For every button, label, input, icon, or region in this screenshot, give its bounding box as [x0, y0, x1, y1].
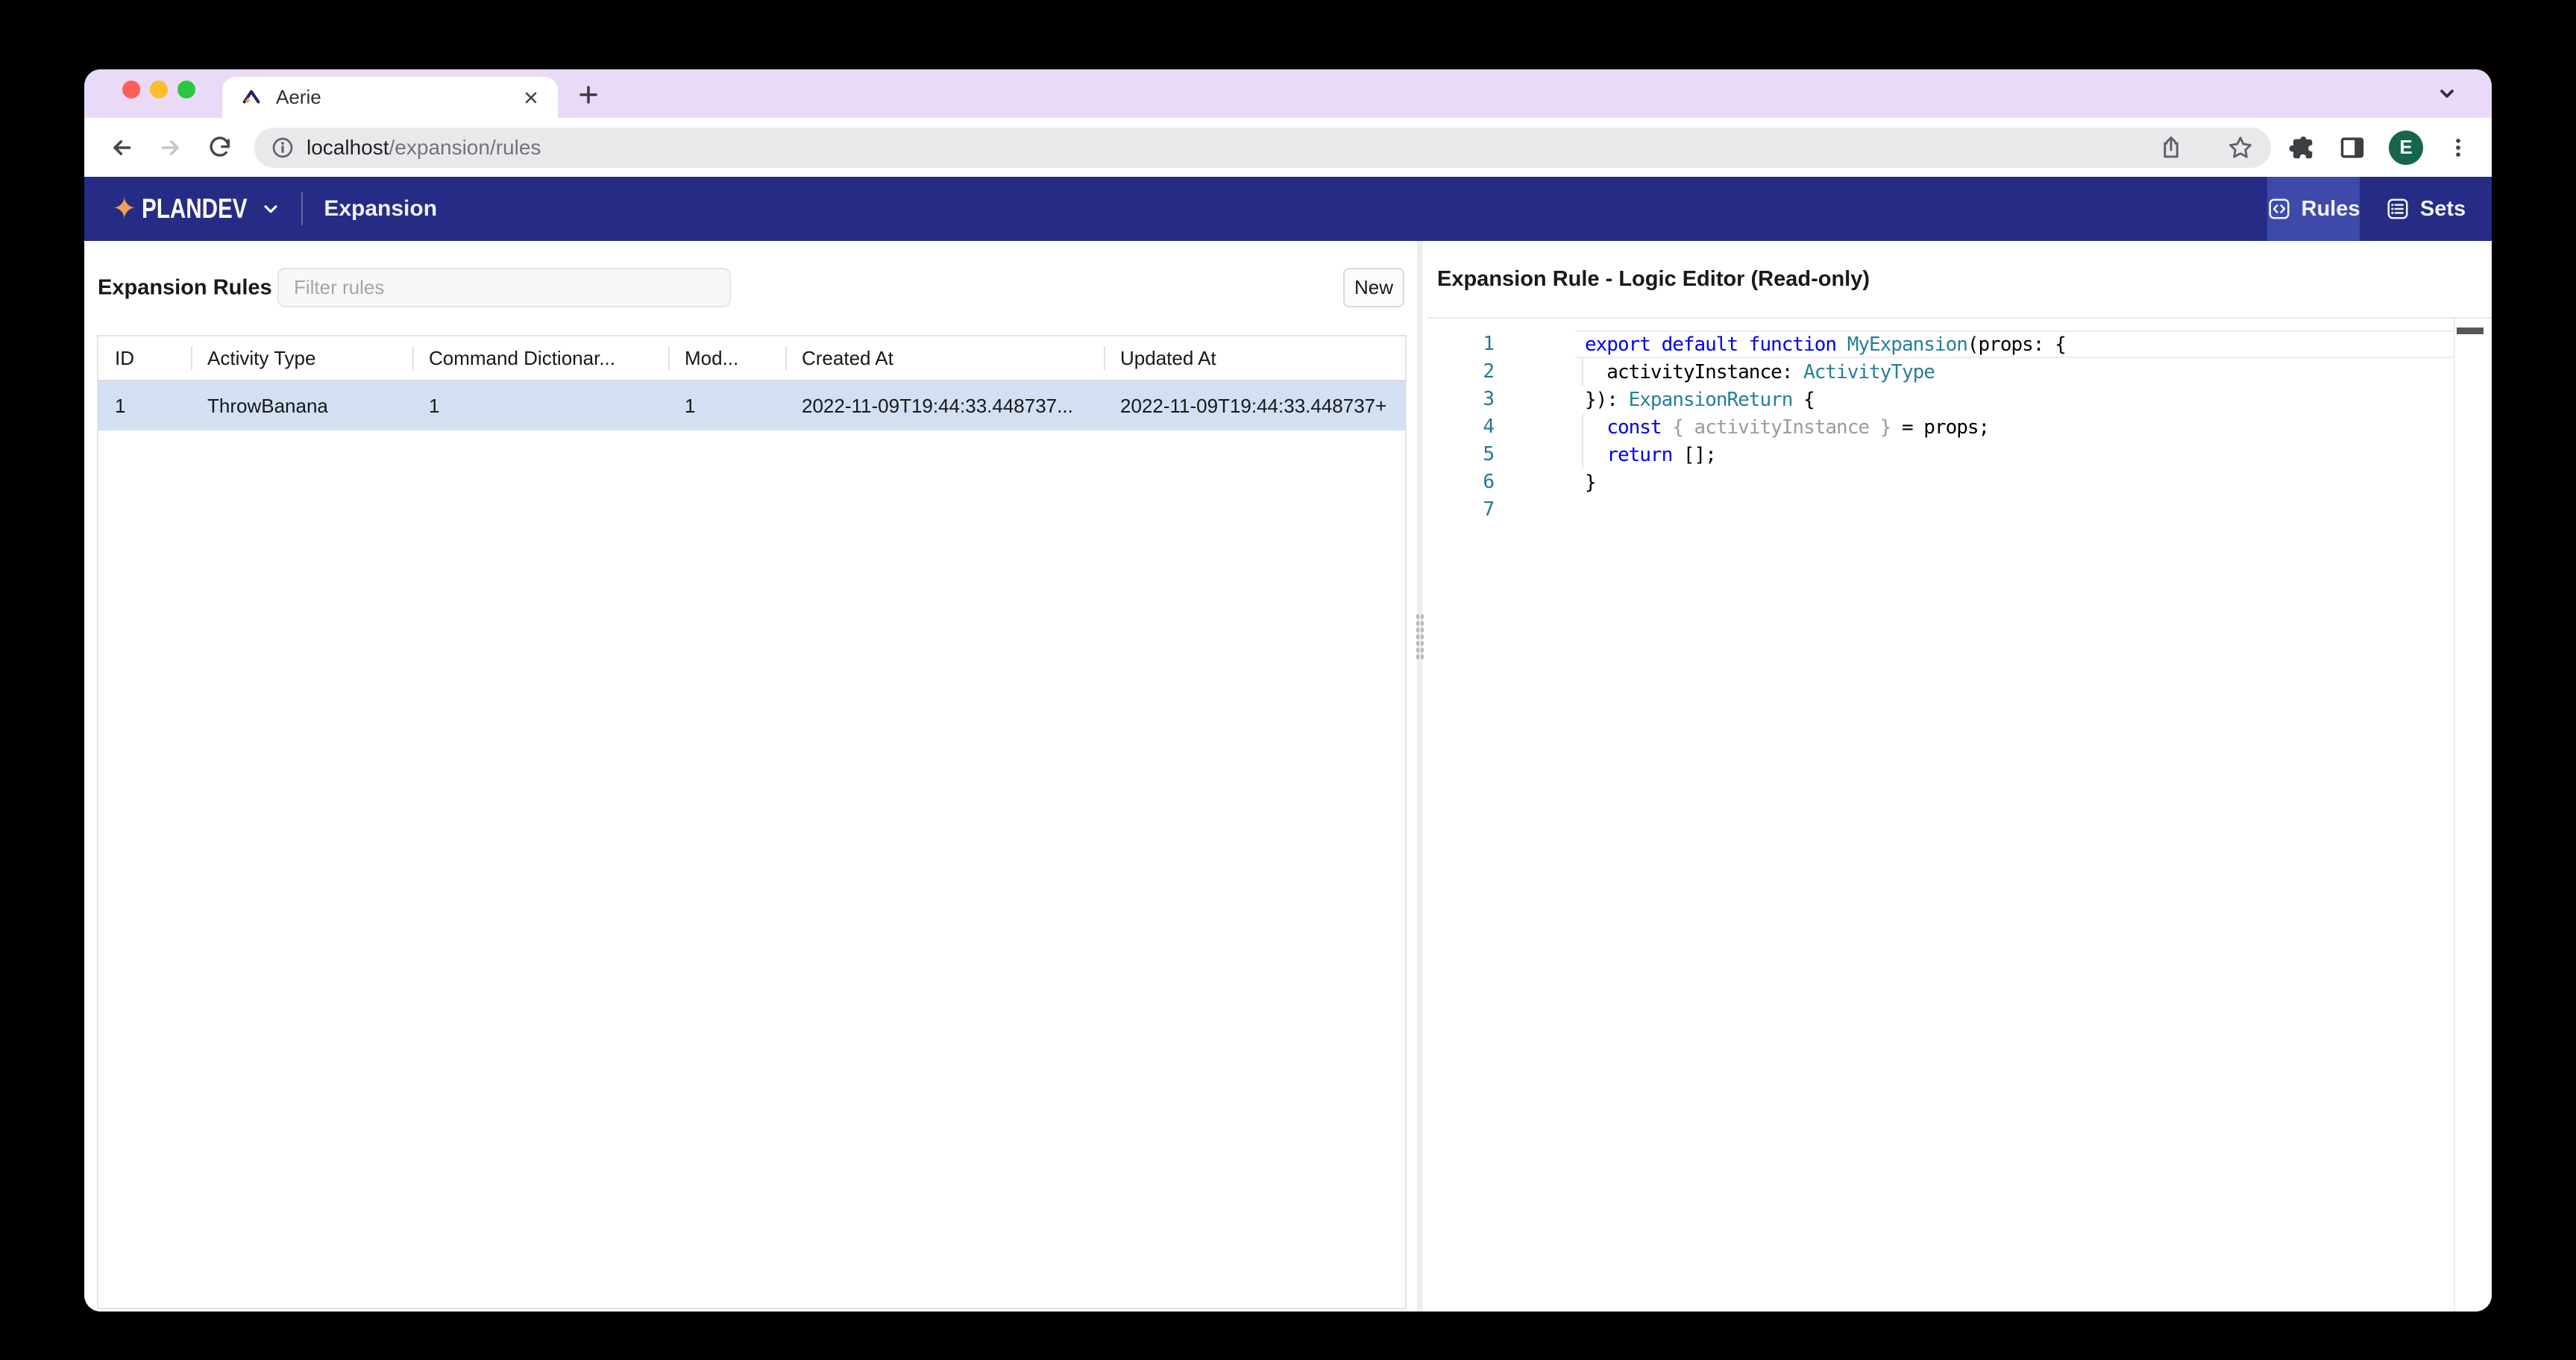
new-tab-button[interactable]	[577, 83, 600, 107]
line-number: 6	[1483, 471, 1495, 493]
tab-search-chevron-icon[interactable]	[2435, 81, 2459, 105]
close-window-button[interactable]	[122, 81, 140, 98]
nav-tab-sets-label: Sets	[2419, 196, 2466, 221]
nav-tab-rules[interactable]: Rules	[2267, 177, 2360, 241]
url-host: localhost	[307, 135, 389, 159]
line-number: 1	[1483, 333, 1495, 355]
favicon-aerie-icon	[240, 87, 263, 109]
code-text: }): ExpansionReturn {	[1585, 388, 1815, 411]
side-panel-icon[interactable]	[2338, 134, 2366, 162]
extensions-puzzle-icon[interactable]	[2287, 134, 2316, 162]
url-bar[interactable]: localhost/expansion/rules	[254, 127, 2271, 168]
toolbar-right-icons: E	[2287, 130, 2492, 165]
column-header[interactable]: Updated At	[1104, 336, 1405, 380]
brand-logo: PLANDEV	[141, 193, 247, 224]
line-number: 7	[1483, 498, 1495, 521]
list-icon	[2386, 197, 2410, 221]
column-header[interactable]: Command Dictionar...	[412, 336, 668, 380]
navbar-divider	[301, 192, 304, 225]
back-button[interactable]	[107, 133, 136, 163]
table-cell: ThrowBanana	[207, 394, 328, 417]
code-editor[interactable]: 1 export default function MyExpansion(pro…	[1427, 319, 2492, 1312]
indent-guide	[1582, 441, 1583, 469]
tab-close-icon[interactable]	[522, 89, 540, 107]
traffic-lights	[122, 81, 195, 98]
content-area: Expansion Rules New IDActivity TypeComma…	[84, 241, 2492, 1312]
app-menu-chevron-icon[interactable]	[260, 198, 282, 220]
nav-tab-rules-label: Rules	[2301, 196, 2360, 221]
logic-editor-title: Expansion Rule - Logic Editor (Read-only…	[1437, 266, 1870, 291]
browser-toolbar: localhost/expansion/rules E	[84, 118, 2492, 177]
url-path: /expansion/rules	[389, 135, 541, 159]
browser-window: Aerie localhost/expansion/rules E ✦ PLAN…	[84, 69, 2492, 1312]
code-text: export default function MyExpansion(prop…	[1585, 333, 2067, 356]
page-title: Expansion	[324, 196, 438, 221]
panel-title: Expansion Rules	[98, 275, 272, 300]
code-line[interactable]: 6}	[1427, 469, 2492, 496]
indent-guide	[1582, 413, 1583, 441]
table-cell: 2022-11-09T19:44:33.448737+	[1120, 394, 1387, 417]
filter-rules-input[interactable]	[277, 268, 731, 307]
expansion-rules-header: Expansion Rules New	[84, 241, 1417, 335]
table-row[interactable]: 1 ThrowBanana 1 1 2022-11-09T19:44:33.448737…	[98, 381, 1405, 430]
table-cell: 1	[115, 394, 126, 417]
code-line[interactable]: 7	[1427, 496, 2492, 524]
code-lines: 1 export default function MyExpansion(pro…	[1427, 330, 2492, 524]
nav-tab-sets[interactable]: Sets	[2360, 177, 2492, 241]
profile-avatar[interactable]: E	[2389, 130, 2423, 165]
expansion-rules-panel: Expansion Rules New IDActivity TypeComma…	[84, 241, 1417, 1312]
browser-tab-aerie[interactable]: Aerie	[222, 77, 558, 118]
tab-strip: Aerie	[84, 69, 2492, 118]
menu-kebab-icon[interactable]	[2445, 135, 2471, 160]
bookmark-star-icon[interactable]	[2226, 134, 2255, 162]
indent-guide	[1582, 358, 1583, 386]
code-line[interactable]: 2 activityInstance: ActivityType	[1427, 358, 2492, 386]
brand-star-icon: ✦	[112, 192, 137, 225]
line-number: 3	[1483, 388, 1495, 410]
column-header[interactable]: Created At	[785, 336, 1104, 380]
tab-title: Aerie	[276, 86, 321, 108]
code-brackets-icon	[2267, 197, 2291, 221]
code-line[interactable]: 3 }): ExpansionReturn {	[1427, 386, 2492, 413]
rules-table: ID Activity Type Command Dictionar... Mod..…	[97, 335, 1407, 1309]
line-number: 4	[1483, 416, 1495, 438]
new-rule-button[interactable]: New	[1343, 268, 1404, 307]
site-info-icon[interactable]	[271, 136, 295, 160]
drag-dots-icon	[1416, 612, 1424, 661]
reload-button[interactable]	[205, 133, 235, 163]
logic-editor-panel: Expansion Rule - Logic Editor (Read-only…	[1427, 241, 2492, 1312]
column-header[interactable]: ID	[98, 336, 191, 380]
line-number: 2	[1483, 360, 1495, 383]
table-cell: 2022-11-09T19:44:33.448737...	[802, 394, 1073, 417]
screenshot-stage: Aerie localhost/expansion/rules E ✦ PLAN…	[0, 0, 2576, 1360]
code-text: return [];	[1606, 443, 1717, 466]
logic-editor-header: Expansion Rule - Logic Editor (Read-only…	[1427, 241, 2492, 319]
code-text: const { activityInstance } = props;	[1606, 416, 1990, 439]
share-icon[interactable]	[2158, 134, 2184, 161]
forward-button[interactable]	[156, 133, 186, 163]
url-text: localhost/expansion/rules	[307, 136, 2158, 160]
column-header[interactable]: Mod...	[668, 336, 785, 380]
code-line[interactable]: 4 const { activityInstance } = props;	[1427, 413, 2492, 441]
code-line[interactable]: 1 export default function MyExpansion(pro…	[1427, 330, 2492, 358]
table-cell: 1	[685, 394, 696, 417]
minimize-window-button[interactable]	[150, 81, 168, 98]
code-line[interactable]: 5 return [];	[1427, 441, 2492, 469]
app-navbar: ✦ PLANDEV Expansion Rules Sets	[84, 177, 2492, 241]
zoom-window-button[interactable]	[178, 81, 195, 98]
rules-table-header-row: ID Activity Type Command Dictionar... Mod..…	[98, 336, 1405, 381]
code-text: activityInstance: ActivityType	[1585, 360, 1935, 383]
panel-resize-handle[interactable]	[1416, 241, 1424, 1312]
table-cell: 1	[429, 394, 440, 417]
column-header[interactable]: Activity Type	[191, 336, 412, 380]
rules-table-body: 1 ThrowBanana 1 1 2022-11-09T19:44:33.448737…	[98, 381, 1405, 430]
code-text: }	[1585, 471, 1597, 494]
line-number: 5	[1483, 443, 1495, 466]
